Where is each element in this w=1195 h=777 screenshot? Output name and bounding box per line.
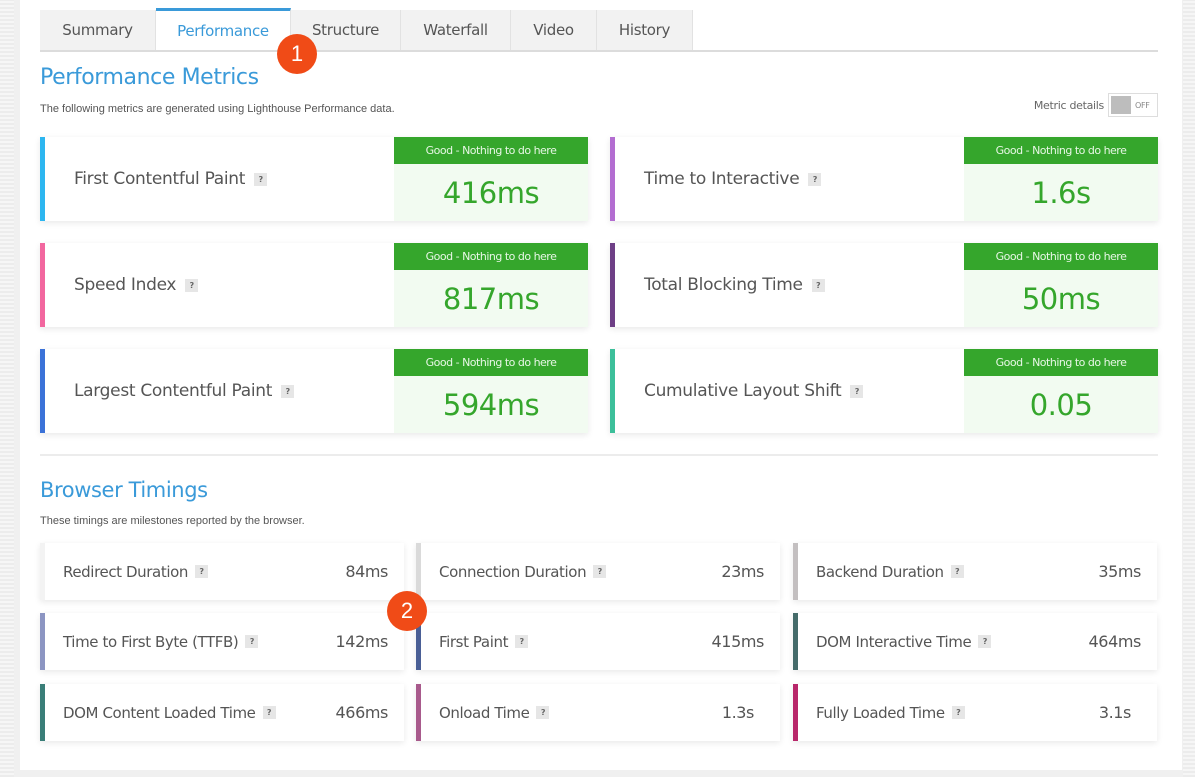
metric-card-cumulative-layout-shift: Cumulative Layout Shift? Good - Nothing … xyxy=(610,349,1158,433)
timing-value: 1.3s xyxy=(721,703,755,722)
annotation-badge-2: 2 xyxy=(387,591,427,631)
toggle-state: OFF xyxy=(1135,100,1150,110)
help-icon[interactable]: ? xyxy=(536,706,550,719)
page-background-right xyxy=(1183,0,1195,777)
help-icon[interactable]: ? xyxy=(281,384,295,398)
annotation-badge-1: 1 xyxy=(277,34,317,74)
help-icon[interactable]: ? xyxy=(515,635,529,648)
metric-grade: Good - Nothing to do here xyxy=(964,243,1158,270)
tab-waterfall[interactable]: Waterfall xyxy=(401,10,511,50)
metric-card-first-contentful-paint: First Contentful Paint? Good - Nothing t… xyxy=(40,137,588,221)
metric-label: Cumulative Layout Shift xyxy=(644,381,842,401)
tab-summary[interactable]: Summary xyxy=(40,10,156,50)
metric-card-speed-index: Speed Index? Good - Nothing to do here 8… xyxy=(40,243,588,327)
metric-value: 0.05 xyxy=(964,376,1158,433)
timing-label: DOM Interactive Time xyxy=(816,632,972,651)
timing-card-onload-time: Onload Time? 1.3s xyxy=(416,684,780,741)
metric-card-time-to-interactive: Time to Interactive? Good - Nothing to d… xyxy=(610,137,1158,221)
timing-value: 23ms xyxy=(721,562,764,581)
metric-card-total-blocking-time: Total Blocking Time? Good - Nothing to d… xyxy=(610,243,1158,327)
help-icon[interactable]: ? xyxy=(951,706,965,719)
metric-value: 594ms xyxy=(394,376,588,433)
timing-value: 3.1s xyxy=(1098,703,1132,722)
tab-history[interactable]: History xyxy=(597,10,693,50)
section-divider xyxy=(40,454,1158,456)
help-icon[interactable]: ? xyxy=(194,565,208,578)
timing-label: Onload Time xyxy=(439,703,530,722)
metric-value: 50ms xyxy=(964,270,1158,327)
timing-value: 142ms xyxy=(335,632,389,651)
timing-label: Backend Duration xyxy=(816,562,944,581)
toggle-knob xyxy=(1111,96,1131,114)
timing-card-fully-loaded-time: Fully Loaded Time? 3.1s xyxy=(793,684,1157,741)
browser-timings-title: Browser Timings xyxy=(40,478,208,502)
help-icon[interactable]: ? xyxy=(254,172,268,186)
timing-card-ttfb: Time to First Byte (TTFB)? 142ms xyxy=(40,613,404,670)
metric-value: 817ms xyxy=(394,270,588,327)
timing-card-dom-interactive-time: DOM Interactive Time? 464ms xyxy=(793,613,1157,670)
timing-label: Redirect Duration xyxy=(63,562,188,581)
help-icon[interactable]: ? xyxy=(593,565,607,578)
performance-metrics-description: The following metrics are generated usin… xyxy=(40,103,395,115)
metric-grade: Good - Nothing to do here xyxy=(394,137,588,164)
help-icon[interactable]: ? xyxy=(245,635,259,648)
metric-grade: Good - Nothing to do here xyxy=(964,349,1158,376)
performance-metrics-title: Performance Metrics xyxy=(40,65,259,90)
metric-details-toggle[interactable]: Metric details OFF xyxy=(1034,93,1158,117)
metric-details-label: Metric details xyxy=(1033,98,1104,112)
timing-card-connection-duration: Connection Duration? 23ms xyxy=(416,543,780,600)
metric-label: Time to Interactive xyxy=(644,169,800,189)
tab-video[interactable]: Video xyxy=(511,10,597,50)
metric-label: Largest Contentful Paint xyxy=(74,381,273,401)
timing-label: First Paint xyxy=(439,632,509,651)
metric-grade: Good - Nothing to do here xyxy=(394,349,588,376)
page-background-left xyxy=(0,0,14,777)
report-tabs: Summary Performance Structure Waterfall … xyxy=(40,8,1158,52)
help-icon[interactable]: ? xyxy=(185,278,199,292)
timing-value: 464ms xyxy=(1088,632,1142,651)
metric-label: First Contentful Paint xyxy=(74,169,246,189)
timing-card-backend-duration: Backend Duration? 35ms xyxy=(793,543,1157,600)
help-icon[interactable]: ? xyxy=(850,384,864,398)
timing-label: DOM Content Loaded Time xyxy=(63,703,256,722)
timing-label: Fully Loaded Time xyxy=(816,703,945,722)
metric-details-switch[interactable]: OFF xyxy=(1108,93,1158,117)
timing-card-redirect-duration: Redirect Duration? 84ms xyxy=(40,543,404,600)
metric-value: 416ms xyxy=(394,164,588,221)
browser-timings-description: These timings are milestones reported by… xyxy=(40,515,305,527)
metric-grade: Good - Nothing to do here xyxy=(964,137,1158,164)
timing-value: 35ms xyxy=(1098,562,1141,581)
tab-performance[interactable]: Performance xyxy=(156,8,291,50)
timing-card-dom-content-loaded-time: DOM Content Loaded Time? 466ms xyxy=(40,684,404,741)
help-icon[interactable]: ? xyxy=(950,565,964,578)
help-icon[interactable]: ? xyxy=(978,635,992,648)
timing-label: Connection Duration xyxy=(439,562,587,581)
help-icon[interactable]: ? xyxy=(262,706,276,719)
timing-value: 415ms xyxy=(711,632,765,651)
metric-grade: Good - Nothing to do here xyxy=(394,243,588,270)
timing-label: Time to First Byte (TTFB) xyxy=(63,632,239,651)
timing-value: 466ms xyxy=(335,703,389,722)
metric-label: Speed Index xyxy=(74,275,177,295)
metric-card-largest-contentful-paint: Largest Contentful Paint? Good - Nothing… xyxy=(40,349,588,433)
metric-label: Total Blocking Time xyxy=(644,275,803,295)
metric-value: 1.6s xyxy=(964,164,1158,221)
help-icon[interactable]: ? xyxy=(808,172,822,186)
help-icon[interactable]: ? xyxy=(811,278,825,292)
timing-value: 84ms xyxy=(345,562,388,581)
timing-card-first-paint: First Paint? 415ms xyxy=(416,613,780,670)
